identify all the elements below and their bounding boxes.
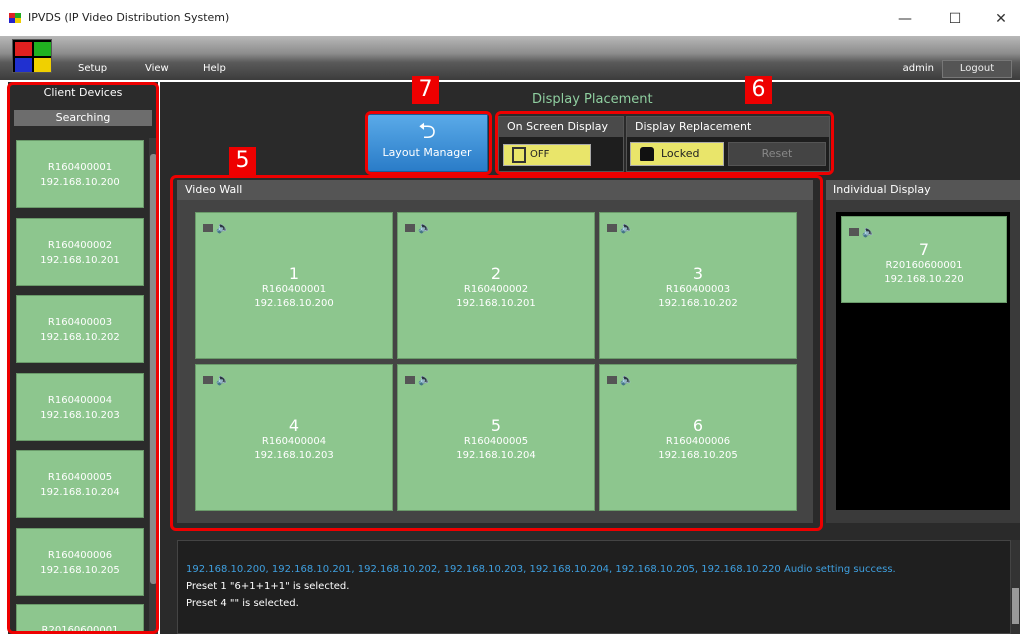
highlight-display-placement	[495, 111, 834, 175]
individual-display-tile[interactable]: 🔈 7 R20160600001 192.168.10.220	[841, 216, 1007, 303]
annotation-badge-7: 7	[412, 76, 439, 104]
user-name: admin	[902, 63, 934, 74]
close-button[interactable]: ✕	[984, 8, 1018, 30]
screen-icon[interactable]	[849, 228, 859, 236]
menu-setup[interactable]: Setup	[78, 63, 107, 74]
menu-view[interactable]: View	[145, 63, 169, 74]
display-placement-title: Display Placement	[532, 92, 653, 107]
speaker-mute-icon[interactable]: 🔈	[862, 225, 876, 238]
logout-button[interactable]: Logout	[942, 60, 1012, 78]
log-line: Preset 1 "6+1+1+1" is selected.	[186, 581, 350, 592]
annotation-badge-5: 5	[229, 147, 256, 175]
log-panel: 192.168.10.200, 192.168.10.201, 192.168.…	[177, 540, 1011, 634]
highlight-client-devices	[7, 82, 159, 634]
highlight-video-wall	[170, 175, 823, 531]
highlight-layout-manager	[365, 111, 492, 175]
maximize-button[interactable]: ☐	[938, 8, 972, 30]
app-icon	[9, 13, 21, 23]
menu-help[interactable]: Help	[203, 63, 226, 74]
log-line: Preset 4 "" is selected.	[186, 598, 299, 609]
title-bar: IPVDS (IP Video Distribution System) — ☐…	[0, 0, 1020, 36]
annotation-badge-6: 6	[745, 76, 772, 104]
log-scrollbar[interactable]	[1011, 540, 1020, 634]
log-line: 192.168.10.200, 192.168.10.201, 192.168.…	[186, 564, 896, 575]
individual-display-title: Individual Display	[826, 180, 1020, 200]
app-logo	[12, 39, 52, 73]
minimize-button[interactable]: —	[888, 8, 922, 30]
window-title: IPVDS (IP Video Distribution System)	[28, 11, 230, 24]
